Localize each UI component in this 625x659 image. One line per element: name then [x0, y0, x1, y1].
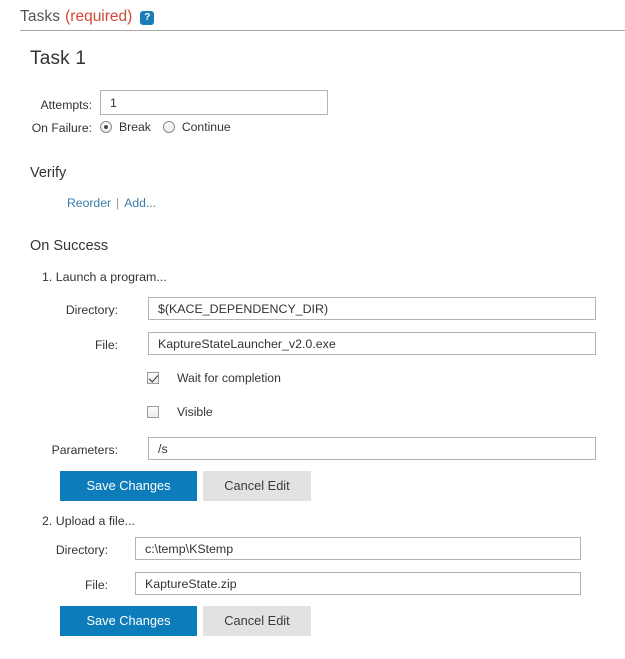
task-heading: Task 1	[30, 48, 87, 69]
radio-break-label[interactable]: Break	[119, 120, 151, 134]
required-indicator: (required)	[65, 8, 133, 25]
attempts-input[interactable]	[100, 90, 328, 115]
radio-continue[interactable]	[162, 121, 175, 133]
step-2-file-label: File:	[84, 578, 108, 592]
step-1-wait-row: Wait for completion	[147, 371, 281, 385]
step-1-visible-label[interactable]: Visible	[177, 405, 213, 419]
on-success-heading: On Success	[30, 238, 109, 254]
step-1-cancel-edit-button[interactable]: Cancel Edit	[203, 471, 311, 501]
verify-link-separator: |	[116, 196, 120, 210]
header-divider	[20, 30, 625, 31]
step-1-visible-row: Visible	[147, 405, 213, 419]
step-2-directory-label: Directory:	[55, 543, 108, 557]
help-question-icon[interactable]: ?	[140, 10, 155, 25]
radio-continue-label[interactable]: Continue	[182, 120, 231, 134]
step-1-file-input[interactable]	[148, 332, 596, 355]
step-1-wait-label[interactable]: Wait for completion	[177, 371, 281, 385]
on-failure-label: On Failure:	[31, 121, 92, 135]
step-2-save-changes-button[interactable]: Save Changes	[60, 606, 197, 636]
step-1-directory-input[interactable]	[148, 297, 596, 320]
step-2-file-input[interactable]	[135, 572, 581, 595]
page-title: Tasks	[20, 8, 61, 25]
step-1-save-changes-button[interactable]: Save Changes	[60, 471, 197, 501]
section-header: Tasks (required) ?	[20, 4, 625, 30]
step-2-directory-input[interactable]	[135, 537, 581, 560]
step-1-directory-label: Directory:	[65, 303, 118, 317]
attempts-label: Attempts:	[40, 98, 92, 112]
step-1-label[interactable]: 1. Launch a program...	[42, 270, 167, 284]
step-1-file-label: File:	[94, 338, 118, 352]
step-1-parameters-label: Parameters:	[51, 443, 118, 457]
step-2-cancel-edit-button[interactable]: Cancel Edit	[203, 606, 311, 636]
step-1-parameters-input[interactable]	[148, 437, 596, 460]
on-failure-radio-group: Break Continue	[100, 119, 243, 135]
verify-add-link[interactable]: Add...	[124, 196, 156, 210]
step-1-wait-checkbox[interactable]	[147, 372, 159, 384]
verify-actions: Reorder | Add...	[67, 196, 156, 210]
step-2-label[interactable]: 2. Upload a file...	[42, 514, 135, 528]
radio-break[interactable]	[100, 121, 112, 133]
verify-reorder-link[interactable]: Reorder	[67, 196, 111, 210]
verify-heading: Verify	[30, 165, 67, 181]
step-1-visible-checkbox[interactable]	[147, 406, 159, 418]
